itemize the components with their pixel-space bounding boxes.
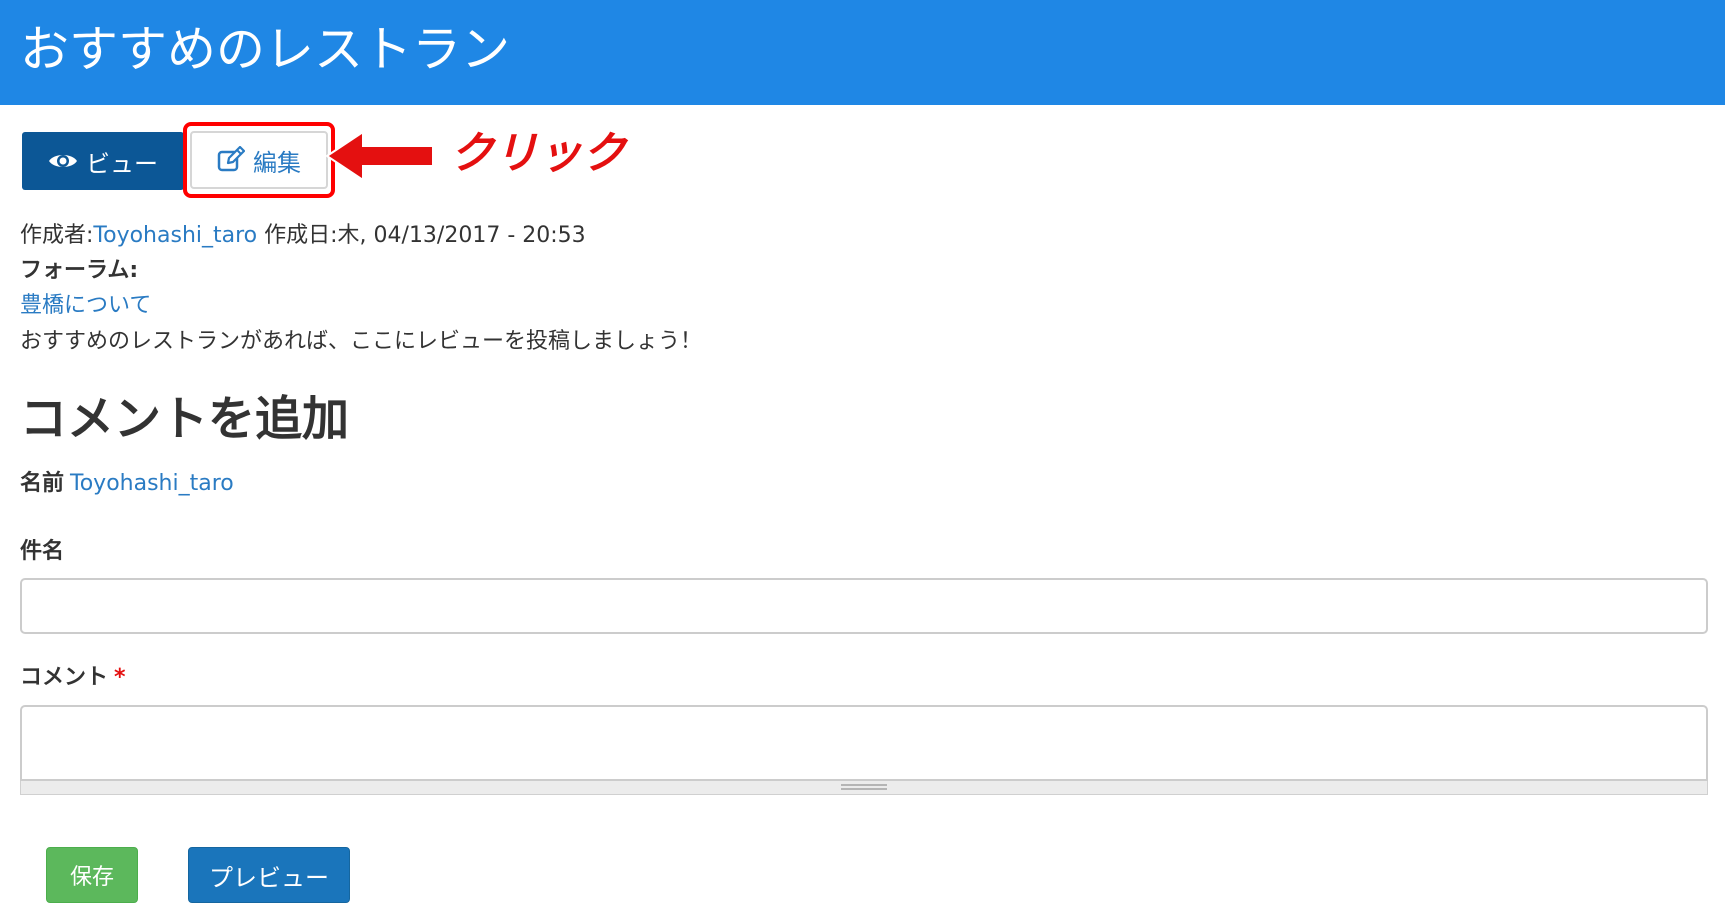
required-mark: * [114, 665, 126, 690]
tab-view[interactable]: ビュー [22, 132, 184, 190]
tab-edit-label: 編集 [253, 148, 301, 177]
eye-icon [49, 155, 77, 167]
subject-label: 件名 [20, 539, 65, 564]
author-prefix: 作成者: [20, 223, 94, 248]
tab-edit[interactable]: 編集 [190, 131, 328, 189]
name-label: 名前 [20, 471, 65, 496]
date-prefix: 作成日: [257, 223, 338, 248]
pencil-square-icon [217, 146, 245, 172]
textarea-resize-handle[interactable] [20, 781, 1708, 795]
subject-input[interactable] [20, 578, 1708, 634]
tab-view-label: ビュー [86, 149, 158, 178]
name-link[interactable]: Toyohashi_taro [70, 471, 234, 496]
comment-heading: コメントを追加 [20, 392, 349, 447]
author-link[interactable]: Toyohashi_taro [93, 223, 257, 248]
preview-button[interactable]: プレビュー [188, 847, 350, 903]
grip-icon [841, 784, 887, 790]
save-button[interactable]: 保存 [46, 847, 138, 903]
left-arrow-icon [325, 130, 434, 182]
site-header: おすすめのレストラン [0, 0, 1725, 105]
page-title: おすすめのレストラン [20, 21, 511, 78]
comment-label-text: コメント [20, 665, 109, 690]
comment-label: コメント * [20, 662, 126, 694]
post-body: おすすめのレストランがあれば、ここにレビューを投稿しましょう！ [20, 329, 703, 354]
forum-label: フォーラム: [20, 258, 139, 283]
click-annotation: クリック [450, 128, 626, 179]
post-meta: 作成者:Toyohashi_taro 作成日:木, 04/13/2017 - 2… [20, 220, 586, 252]
forum-link[interactable]: 豊橋について [20, 290, 151, 322]
name-row: 名前 Toyohashi_taro [20, 468, 234, 500]
post-date: 木, 04/13/2017 - 20:53 [337, 223, 586, 248]
comment-textarea[interactable] [20, 705, 1708, 781]
